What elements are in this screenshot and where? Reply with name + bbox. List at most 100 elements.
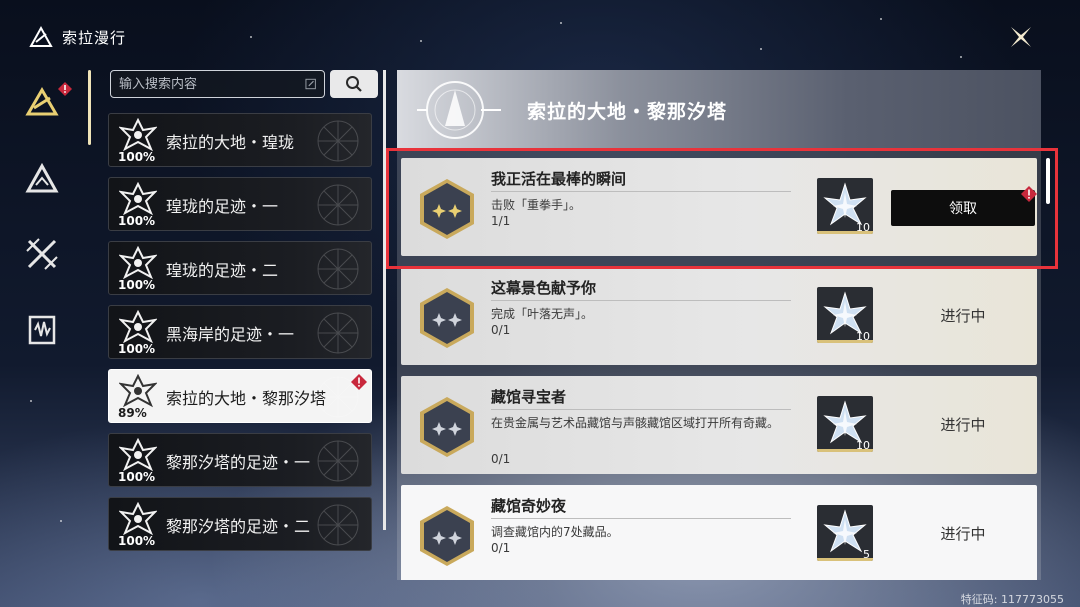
compass-deco-icon [317,440,359,482]
alert-badge-icon [351,374,367,390]
region-emblem-icon [119,182,157,216]
reward-rarity-bar [817,340,873,343]
quest-divider [491,191,791,192]
quest-title: 我正活在最棒的瞬间 [491,170,627,188]
region-percent: 100% [118,214,156,228]
quest-hex-icon [420,288,474,348]
alert-badge-icon [1021,186,1037,202]
crossed-swords-icon [26,238,58,270]
quest-description: 击败「重拳手」。 [491,198,582,212]
reward-item[interactable]: 5 [817,505,873,561]
reward-item[interactable]: 10 [817,396,873,452]
quest-description: 在贵金属与艺术品藏馆与声骸藏馆区域打开所有奇藏。 [491,416,780,430]
reward-rarity-bar [817,449,873,452]
region-percent: 100% [118,150,156,164]
quest-description: 完成「叶落无声」。 [491,307,594,321]
page-title: 索拉漫行 [62,28,127,47]
close-button[interactable] [1006,22,1036,52]
region-item[interactable]: 100% 黎那汐塔的足迹・二 [108,497,372,551]
compass-deco-icon [317,504,359,546]
quest-status: 进行中 [940,416,986,434]
search-field[interactable] [110,70,325,98]
compass-deco-icon [317,312,359,354]
region-emblem-icon [119,118,157,152]
quest-card: 藏馆寻宝者在贵金属与艺术品藏馆与声骸藏馆区域打开所有奇藏。 0/1 10 进行中 [401,376,1037,474]
alert-badge-icon [58,82,72,96]
quest-title: 这幕景色献予你 [491,279,597,297]
quest-status: 进行中 [940,525,986,543]
quest-card: 我正活在最棒的瞬间击败「重拳手」。 1/1 10 领取 [401,158,1037,256]
region-emblem-icon [119,374,157,408]
side-nav [20,80,72,384]
compass-deco-icon [317,120,359,162]
nav-item-echo[interactable] [20,308,64,352]
close-icon [1011,27,1031,47]
region-percent: 100% [118,534,156,548]
region-list: 100% 索拉的大地・瑝珑 100% 瑝珑的足迹・一 100% 瑝珑的足迹・二 100% 黑海… [108,113,372,577]
quest-hex-icon [420,506,474,566]
soundwave-icon [28,315,56,345]
region-list-scrollbar[interactable] [383,70,386,530]
region-label: 瑝珑的足迹・二 [166,261,279,280]
quest-status: 进行中 [940,307,986,325]
compass-deco-icon [317,248,359,290]
region-percent: 100% [118,278,156,292]
reward-item[interactable]: 10 [817,287,873,343]
quest-panel: 索拉的大地・黎那汐塔 我正活在最棒的瞬间击败「重拳手」。 1/1 10 领取这幕景色献… [397,70,1041,580]
nav-item-terrain[interactable] [20,156,64,200]
solaris-icon [25,87,59,116]
region-emblem-icon [119,310,157,344]
search-input[interactable] [119,76,305,92]
quest-progress: 0/1 [491,323,511,337]
region-label: 黎那汐塔的足迹・二 [166,517,311,536]
region-label: 索拉的大地・瑝珑 [166,133,295,152]
region-emblem-icon [119,502,157,536]
watermark: 特征码: 117773055 [960,593,1064,606]
region-label: 黎那汐塔的足迹・一 [166,453,311,472]
region-item[interactable]: 100% 黎那汐塔的足迹・一 [108,433,372,487]
region-item[interactable]: 89% 索拉的大地・黎那汐塔 [108,369,372,423]
mountain-icon [25,162,59,193]
quest-divider [491,518,791,519]
quest-progress: 1/1 [491,214,511,228]
search-icon [346,76,362,92]
search-button[interactable] [330,70,378,98]
quest-list-scrollbar[interactable] [1046,158,1050,204]
region-percent: 89% [118,406,147,420]
quest-divider [491,409,791,410]
scrollbar-thumb[interactable] [383,70,386,530]
region-item[interactable]: 100% 瑝珑的足迹・二 [108,241,372,295]
app-header: 索拉漫行 [28,24,126,50]
region-label: 索拉的大地・黎那汐塔 [166,389,327,408]
reward-rarity-bar [817,558,873,561]
quest-hex-icon [420,179,474,239]
edit-icon [305,78,316,90]
region-item[interactable]: 100% 瑝珑的足迹・一 [108,177,372,231]
quest-card: 这幕景色献予你完成「叶落无声」。 0/1 10 进行中 [401,267,1037,365]
panel-header: 索拉的大地・黎那汐塔 [397,70,1041,150]
reward-item[interactable]: 10 [817,178,873,234]
nav-item-combat[interactable] [20,232,64,276]
panel-title: 索拉的大地・黎那汐塔 [527,101,728,123]
region-emblem-icon [417,81,501,139]
claim-button[interactable]: 领取 [891,190,1035,226]
quest-card: 藏馆奇妙夜调查藏馆内的7处藏品。 0/1 5 进行中 [401,485,1037,580]
quest-progress: 0/1 [491,541,511,555]
nav-active-indicator [88,70,91,145]
region-percent: 100% [118,342,156,356]
region-item[interactable]: 100% 黑海岸的足迹・一 [108,305,372,359]
reward-rarity-bar [817,231,873,234]
region-emblem-icon [119,438,157,472]
quest-divider [491,300,791,301]
quest-title: 藏馆寻宝者 [491,388,567,406]
nav-item-solaris[interactable] [20,80,72,124]
region-label: 黑海岸的足迹・一 [166,325,295,344]
solaris-logo-icon [29,25,53,47]
compass-deco-icon [317,184,359,226]
quest-description: 调查藏馆内的7处藏品。 [491,525,619,539]
quest-title: 藏馆奇妙夜 [491,497,567,515]
region-emblem-icon [119,246,157,280]
quest-hex-icon [420,397,474,457]
quest-progress: 0/1 [491,452,511,466]
region-item[interactable]: 100% 索拉的大地・瑝珑 [108,113,372,167]
